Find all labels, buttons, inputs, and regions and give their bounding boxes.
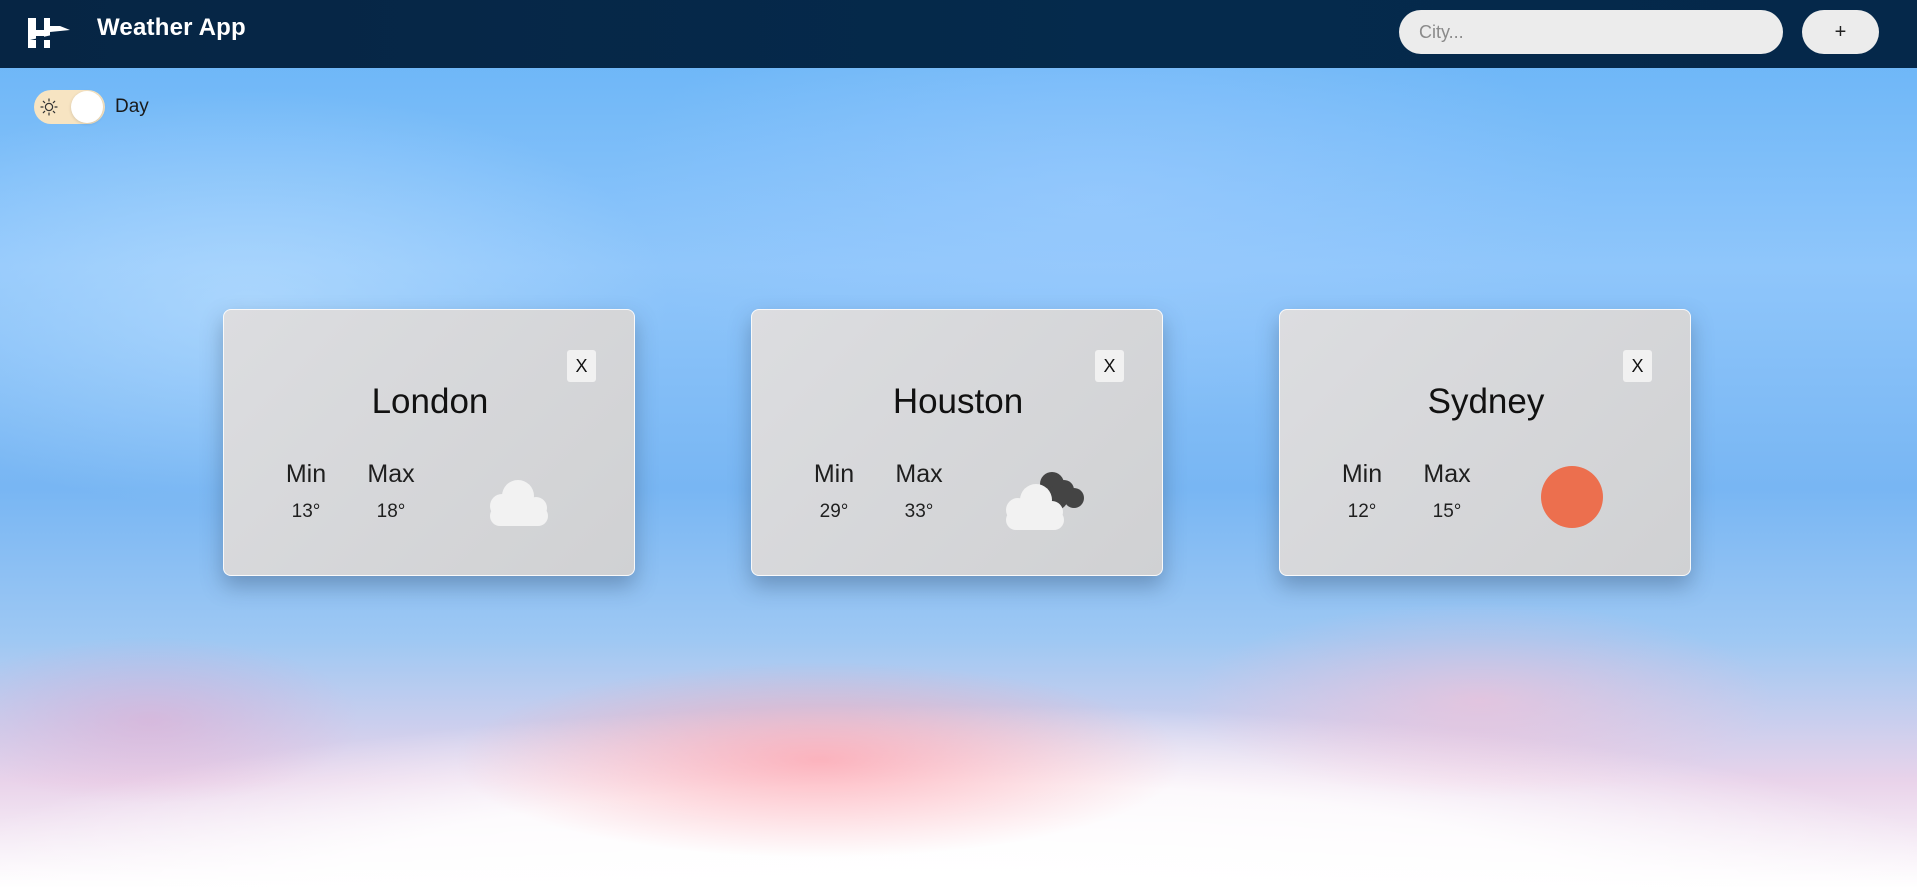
toggle-knob[interactable] xyxy=(71,91,103,123)
max-label: Max xyxy=(895,460,943,488)
day-night-toggle[interactable] xyxy=(34,90,105,124)
sun-small-icon xyxy=(40,98,58,116)
city-search-input[interactable] xyxy=(1399,10,1783,54)
weather-card-sydney: X Sydney Min Max 12° 15° xyxy=(1279,309,1691,576)
min-temp: 13° xyxy=(291,501,321,522)
max-label: Max xyxy=(1423,460,1471,488)
max-label: Max xyxy=(367,460,415,488)
app-title: Weather App xyxy=(97,14,246,41)
max-temp: 15° xyxy=(1432,501,1462,522)
max-temp: 33° xyxy=(904,501,934,522)
sun-icon xyxy=(1541,466,1603,528)
cloud-icon xyxy=(490,480,548,526)
close-card-button[interactable]: X xyxy=(567,350,596,382)
add-city-button[interactable]: + xyxy=(1802,10,1879,54)
weather-card-london: X London Min Max 13° 18° xyxy=(223,309,635,576)
weather-card-houston: X Houston Min Max 29° 33° xyxy=(751,309,1163,576)
close-card-button[interactable]: X xyxy=(1623,350,1652,382)
card-city-name: Sydney xyxy=(1427,382,1545,421)
partly-cloudy-icon xyxy=(1006,472,1084,530)
toggle-label: Day xyxy=(115,96,149,117)
close-card-button[interactable]: X xyxy=(1095,350,1124,382)
card-city-name: London xyxy=(371,382,489,421)
app-logo-icon xyxy=(28,18,70,48)
card-city-name: Houston xyxy=(892,382,1024,421)
min-label: Min xyxy=(285,460,327,488)
min-temp: 12° xyxy=(1347,501,1377,522)
max-temp: 18° xyxy=(376,501,406,522)
min-label: Min xyxy=(813,460,855,488)
min-label: Min xyxy=(1341,460,1383,488)
min-temp: 29° xyxy=(819,501,849,522)
top-bar: Weather App + xyxy=(0,0,1917,68)
